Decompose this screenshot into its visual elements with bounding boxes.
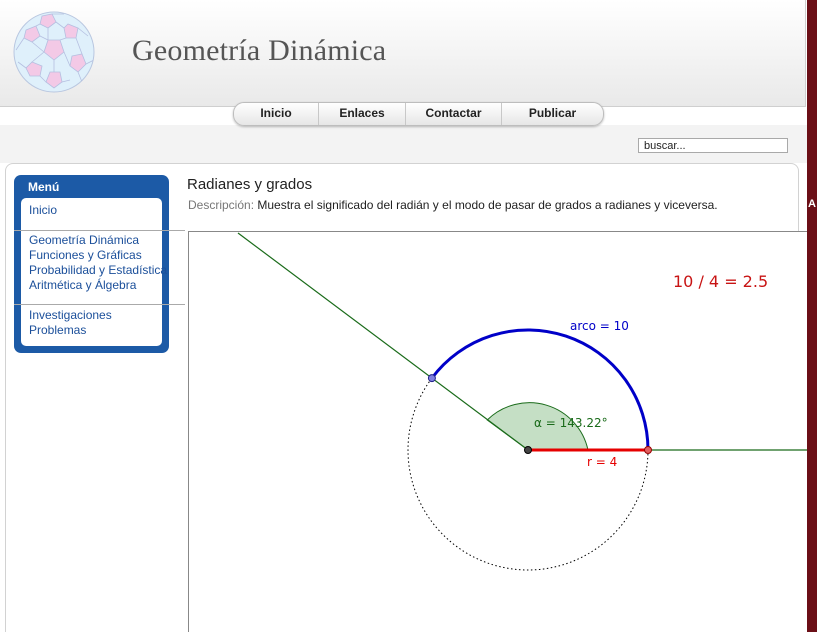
menu-list: Inicio Geometría Dinámica Funciones y Gr… <box>14 198 185 346</box>
menu-item-investigaciones[interactable]: Investigaciones <box>29 308 112 322</box>
radius-label: r = 4 <box>587 455 617 469</box>
page: Geometría Dinámica Inicio Enlaces Contac… <box>0 0 807 632</box>
top-nav: Inicio Enlaces Contactar Publicar <box>233 102 604 126</box>
nav-inicio[interactable]: Inicio <box>234 103 319 125</box>
nav-contactar[interactable]: Contactar <box>406 103 502 125</box>
geogebra-applet[interactable]: 10 / 4 = 2.5 arco = 10 α = 143.22° r = 4 <box>188 231 807 632</box>
article-title: Radianes y grados <box>187 176 313 193</box>
menu-divider <box>14 304 185 305</box>
arc-label: arco = 10 <box>570 319 629 333</box>
sidebar-menu: Menú Inicio Geometría Dinámica Funciones… <box>14 175 185 353</box>
angle-label: α = 143.22° <box>534 416 608 430</box>
description-text: Muestra el significado del radián y el m… <box>257 198 718 212</box>
menu-item-probabilidad[interactable]: Probabilidad y Estadística <box>29 263 167 277</box>
center-point[interactable] <box>524 446 532 454</box>
site-title: Geometría Dinámica <box>132 34 387 67</box>
radius-point[interactable] <box>644 446 652 454</box>
edge-text: A <box>808 198 816 210</box>
applet-canvas: 10 / 4 = 2.5 arco = 10 α = 143.22° r = 4 <box>237 232 807 571</box>
site-header: Geometría Dinámica <box>0 0 806 107</box>
search-input[interactable]: buscar... <box>638 138 788 153</box>
menu-divider <box>14 230 185 231</box>
menu-item-problemas[interactable]: Problemas <box>29 323 86 337</box>
menu-item-funciones[interactable]: Funciones y Gráficas <box>29 248 142 262</box>
nav-enlaces[interactable]: Enlaces <box>319 103 406 125</box>
ray-left <box>237 232 529 451</box>
arc-end-point[interactable] <box>427 374 436 383</box>
logo-icon <box>13 11 95 93</box>
description-label: Descripción: <box>188 198 255 212</box>
menu-title: Menú <box>28 180 60 194</box>
nav-publicar[interactable]: Publicar <box>502 103 603 125</box>
menu-item-geometria[interactable]: Geometría Dinámica <box>29 233 139 247</box>
ratio-label: 10 / 4 = 2.5 <box>673 272 768 291</box>
article-description: Descripción: Muestra el significado del … <box>188 198 718 212</box>
menu-item-inicio[interactable]: Inicio <box>29 203 57 217</box>
menu-item-aritmetica[interactable]: Aritmética y Álgebra <box>29 278 136 292</box>
